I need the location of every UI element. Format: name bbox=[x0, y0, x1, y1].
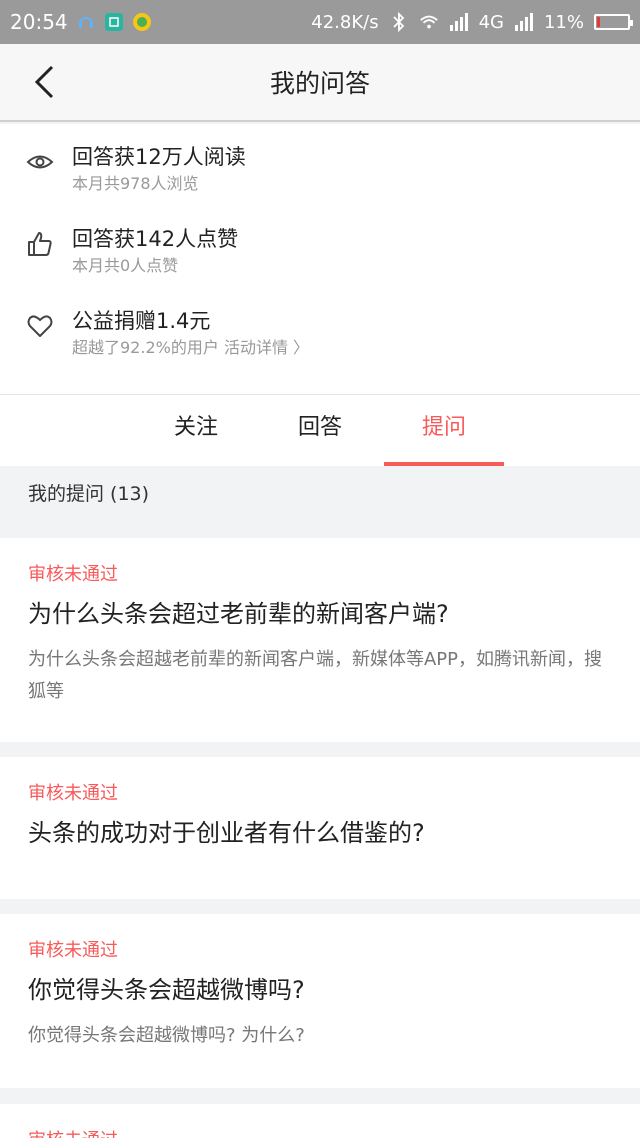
stat-donation-sub: 超越了92.2%的用户 活动详情 〉 bbox=[72, 336, 640, 360]
scan-icon bbox=[104, 12, 124, 32]
page-title: 我的问答 bbox=[269, 69, 370, 98]
battery-fill bbox=[597, 17, 600, 27]
tab-questions[interactable]: 提问 bbox=[382, 395, 506, 466]
signal-icon-2 bbox=[514, 12, 534, 32]
tab-following[interactable]: 关注 bbox=[134, 395, 258, 466]
signal-icon bbox=[449, 12, 469, 32]
review-status: 审核未通过 bbox=[28, 564, 118, 585]
review-status: 审核未通过 bbox=[28, 783, 118, 804]
tab-bar: 关注 回答 提问 bbox=[0, 394, 640, 466]
section-heading: 我的提问 (13) bbox=[0, 466, 640, 538]
activity-details-link[interactable]: 活动详情 〉 bbox=[224, 338, 309, 357]
battery-icon bbox=[594, 14, 633, 30]
back-button[interactable] bbox=[26, 64, 62, 100]
question-desc: 为什么头条会超越老前辈的新闻客户端，新媒体等APP，如腾讯新闻，搜狐等 bbox=[28, 649, 603, 702]
stat-reads-title: 回答获12万人阅读 bbox=[72, 145, 246, 169]
stat-reads-sub: 本月共978人浏览 bbox=[72, 174, 199, 193]
stat-donation: 公益捐赠1.4元 超越了92.2%的用户 活动详情 〉 bbox=[0, 306, 640, 388]
wifi-icon bbox=[419, 12, 439, 32]
app-header: 我的问答 bbox=[0, 44, 640, 122]
stat-likes-title: 回答获142人点赞 bbox=[72, 227, 239, 251]
stat-donation-rank: 超越了92.2%的用户 bbox=[72, 338, 219, 357]
stat-likes: 回答获142人点赞 本月共0人点赞 bbox=[0, 224, 640, 306]
question-title: 为什么头条会超过老前辈的新闻客户端? bbox=[28, 600, 449, 628]
question-card[interactable]: 审核未通过 头条的成功对于创业者有什么借鉴的? bbox=[0, 757, 640, 899]
question-title: 头条的成功对于创业者有什么借鉴的? bbox=[28, 819, 425, 847]
review-status: 审核未通过 bbox=[28, 1126, 612, 1138]
status-bar: 20:54 42.8K/s 4G 11% bbox=[0, 0, 640, 44]
app-icon bbox=[132, 12, 152, 32]
battery-percent: 11% bbox=[543, 11, 584, 33]
review-status: 审核未通过 bbox=[28, 940, 118, 961]
question-title: 你觉得头条会超越微博吗? bbox=[28, 976, 305, 1004]
bluetooth-icon bbox=[389, 12, 409, 32]
eye-icon bbox=[26, 155, 54, 169]
heart-icon bbox=[27, 315, 53, 337]
thumb-up-icon bbox=[28, 232, 52, 256]
stat-donation-title: 公益捐赠1.4元 bbox=[72, 309, 211, 333]
question-card[interactable]: 审核未通过 bbox=[0, 1104, 640, 1138]
question-card[interactable]: 审核未通过 为什么头条会超过老前辈的新闻客户端? 为什么头条会超越老前辈的新闻客… bbox=[0, 538, 640, 742]
network-type: 4G bbox=[478, 11, 504, 33]
question-card[interactable]: 审核未通过 你觉得头条会超越微博吗? 你觉得头条会超越微博吗? 为什么? bbox=[0, 914, 640, 1088]
stats-panel: 回答获12万人阅读 本月共978人浏览 回答获142人点赞 本月共0人点赞 公益… bbox=[0, 124, 640, 394]
headset-icon bbox=[76, 12, 96, 32]
question-desc: 你觉得头条会超越微博吗? 为什么? bbox=[28, 1025, 305, 1046]
network-speed: 42.8K/s bbox=[311, 11, 379, 33]
stat-likes-sub: 本月共0人点赞 bbox=[72, 256, 179, 275]
chevron-left-icon bbox=[34, 65, 54, 99]
stat-reads: 回答获12万人阅读 本月共978人浏览 bbox=[0, 142, 640, 224]
status-time: 20:54 bbox=[10, 10, 68, 34]
tab-answers[interactable]: 回答 bbox=[258, 395, 382, 466]
